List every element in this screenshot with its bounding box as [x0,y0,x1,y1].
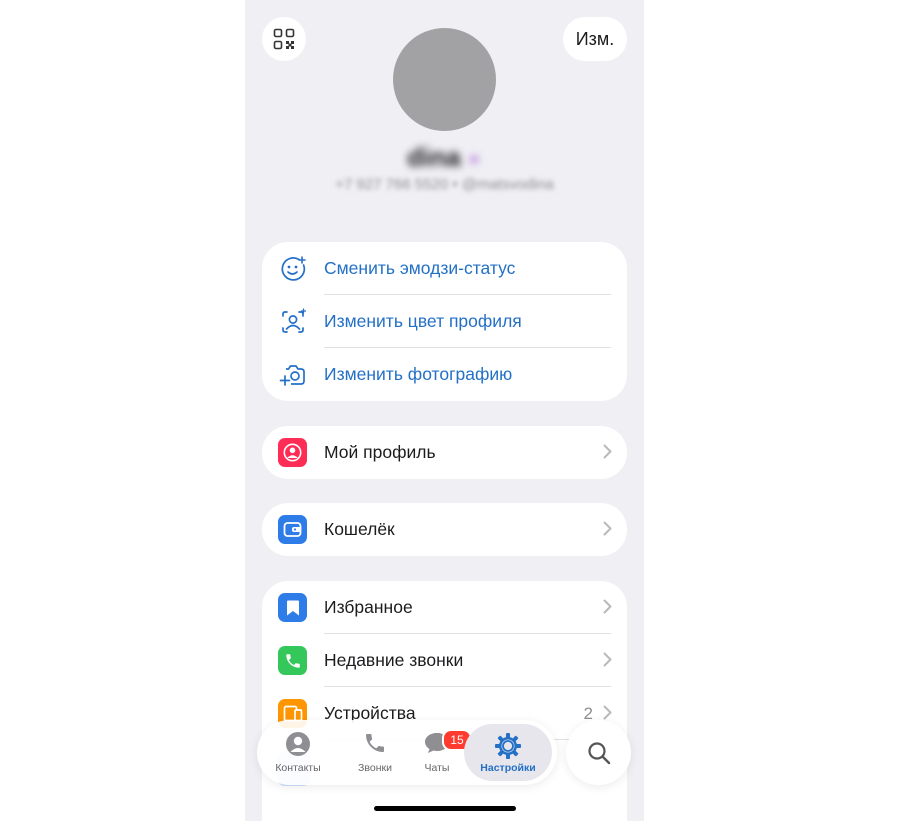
change-profile-color-row[interactable]: Изменить цвет профиля [262,295,627,348]
phone-icon [366,734,384,752]
my-profile-label: Мой профиль [324,442,436,462]
home-indicator [374,806,516,811]
gear-icon [495,733,521,759]
settings-list-card: Избранное Недавние звонки Устройства 2 [262,581,627,821]
recent-calls-label: Недавние звонки [324,650,464,670]
tab-settings-label: Настройки [480,762,536,774]
tab-chats-label: Чаты [424,762,450,774]
my-profile-row[interactable]: Мой профиль [262,426,627,479]
profile-phone-username: +7 927 766 5520 • @matsvodina [335,176,554,193]
profile-color-icon [278,307,307,336]
qr-code-icon [273,28,295,50]
tab-calls-label: Звонки [358,762,392,774]
person-icon [278,438,307,467]
recent-calls-row[interactable]: Недавние звонки [262,634,627,687]
qr-code-button[interactable] [262,17,306,61]
wallet-card: Кошелёк [262,503,627,556]
profile-name-text: dina [407,142,461,172]
wallet-label: Кошелёк [324,519,395,539]
phone-screen: Изм. dina ✦ +7 927 766 5520 • @matsvodina… [245,0,644,821]
change-photo-row[interactable]: Изменить фотографию [262,348,627,401]
wallet-row[interactable]: Кошелёк [262,503,627,556]
avatar[interactable] [393,28,496,131]
edit-button[interactable]: Изм. [563,17,627,61]
profile-actions-card: Сменить эмодзи-статус Изменить цвет проф… [262,242,627,401]
phone-icon [278,646,307,675]
tab-settings[interactable]: Настройки [464,724,552,781]
chevron-right-icon [603,652,612,667]
favorites-label: Избранное [324,597,413,617]
tab-chats[interactable]: 15 Чаты [402,720,472,785]
search-icon [587,741,610,764]
chevron-right-icon [603,599,612,614]
chevron-right-icon [603,521,612,536]
change-photo-label: Изменить фотографию [324,364,513,384]
change-profile-color-label: Изменить цвет профиля [324,311,522,331]
my-profile-card: Мой профиль [262,426,627,479]
wallet-icon [278,515,307,544]
tab-contacts-label: Контакты [275,762,321,774]
contacts-icon [286,732,310,756]
bookmark-icon [278,593,307,622]
change-emoji-status-label: Сменить эмодзи-статус [324,258,516,278]
premium-star-icon: ✦ [466,150,482,170]
profile-name: dina ✦ [245,142,644,173]
tab-contacts[interactable]: Контакты [263,720,333,785]
tab-bar: Контакты Звонки 15 Чаты Настройки [257,720,557,785]
tab-calls[interactable]: Звонки [340,720,410,785]
emoji-status-icon [278,254,307,283]
favorites-row[interactable]: Избранное [262,581,627,634]
chevron-right-icon [603,705,612,720]
camera-plus-icon [278,360,307,389]
search-button[interactable] [566,720,631,785]
change-emoji-status-row[interactable]: Сменить эмодзи-статус [262,242,627,295]
chevron-right-icon [603,444,612,459]
